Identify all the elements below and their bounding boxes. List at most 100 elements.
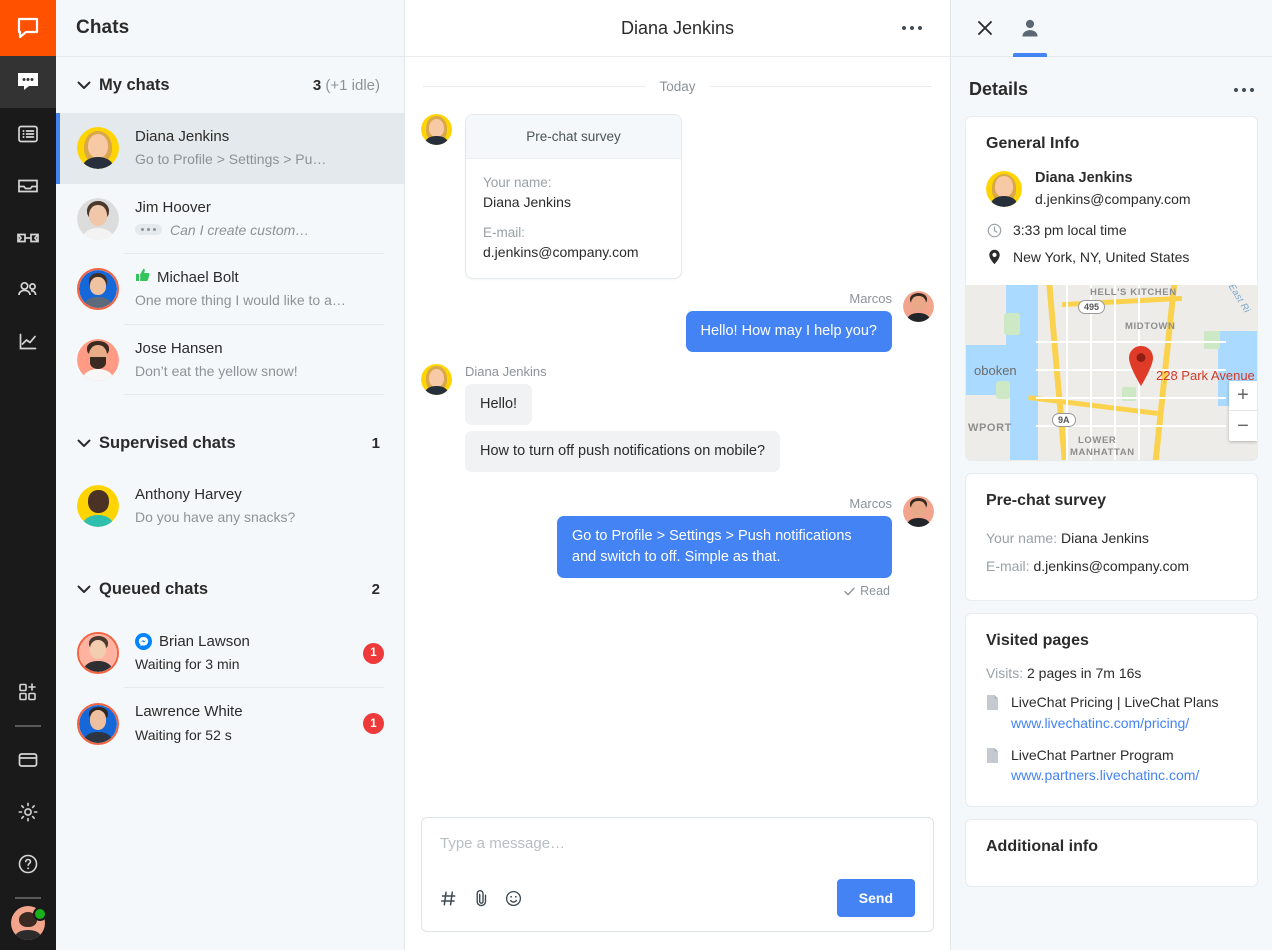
chat-list-item[interactable]: Lawrence White Waiting for 52 s 1 xyxy=(56,688,404,759)
chat-feed-header: Diana Jenkins xyxy=(405,0,950,57)
details-options-menu-icon[interactable] xyxy=(1234,88,1254,92)
message-composer[interactable]: Type a message… Send xyxy=(421,817,934,932)
chat-list-item[interactable]: Diana Jenkins Go to Profile > Settings >… xyxy=(56,113,404,184)
location-row: New York, NY, United States xyxy=(986,249,1237,265)
message-author: Marcos xyxy=(686,291,893,306)
unread-badge: 1 xyxy=(363,713,384,734)
message-outgoing: Marcos Hello! How may I help you? xyxy=(421,291,934,352)
local-time-text: 3:33 pm local time xyxy=(1013,222,1127,238)
chat-item-name: Anthony Harvey xyxy=(135,485,384,505)
composer-wrapper: Type a message… Send xyxy=(405,807,950,950)
avatar-image xyxy=(421,114,452,145)
map-cross-1 xyxy=(1036,341,1226,343)
current-agent-avatar[interactable] xyxy=(11,906,45,940)
details-panel: Details General Info xyxy=(950,0,1272,950)
rail-item-archives[interactable] xyxy=(0,108,56,160)
chat-list-item[interactable]: Anthony Harvey Do you have any snacks? xyxy=(56,471,404,542)
chevron-down-icon[interactable] xyxy=(77,439,99,448)
visited-page-url[interactable]: www.livechatinc.com/pricing/ xyxy=(1011,713,1219,734)
chat-item-preview: Waiting for 52 s xyxy=(135,725,355,745)
chat-item-preview-row: Can I create custom… xyxy=(135,220,384,240)
group-title: Supervised chats xyxy=(99,434,372,453)
general-info-card: General Info Diana Jenkins d.jenkins@com… xyxy=(965,116,1258,461)
message-input[interactable]: Type a message… xyxy=(440,835,915,879)
message-avatar xyxy=(421,114,452,145)
rail-item-team[interactable] xyxy=(0,264,56,316)
message-bubble: Hello! xyxy=(465,384,532,425)
chat-item-name-row: Brian Lawson xyxy=(135,632,355,652)
customer-identity-row: Diana Jenkins d.jenkins@company.com xyxy=(986,168,1237,209)
close-details-button[interactable] xyxy=(969,0,1001,57)
avatar-image xyxy=(77,127,119,169)
chat-list-item[interactable]: Michael Bolt One more thing I would like… xyxy=(56,254,404,325)
chat-list-item[interactable]: Jim Hoover Can I create custom… xyxy=(56,184,404,255)
details-tabs xyxy=(951,0,1272,57)
rail-item-settings[interactable] xyxy=(0,786,56,838)
map-marker-icon xyxy=(1126,345,1156,387)
send-button[interactable]: Send xyxy=(837,879,915,917)
visited-page-url[interactable]: www.partners.livechatinc.com/ xyxy=(1011,765,1199,786)
livechat-logo-icon[interactable] xyxy=(0,0,56,56)
chat-list-item[interactable]: Jose Hansen Don’t eat the yellow snow! xyxy=(56,325,404,396)
day-separator-line-right xyxy=(710,86,932,87)
chat-list-item[interactable]: Brian Lawson Waiting for 3 min 1 xyxy=(56,618,404,689)
message-spacer xyxy=(421,474,934,496)
details-scroll[interactable]: General Info Diana Jenkins d.jenkins@com… xyxy=(951,116,1272,950)
chat-item-name: Brian Lawson xyxy=(159,632,250,652)
map-park-4 xyxy=(1204,331,1220,349)
agent-status-online-icon xyxy=(33,907,47,921)
canned-response-hash-icon[interactable] xyxy=(440,890,457,907)
prechat-survey-card: Pre-chat survey Your name: Diana Jenkins… xyxy=(465,114,682,279)
page-document-icon xyxy=(986,693,1000,734)
avatar xyxy=(77,703,119,745)
visited-page-item[interactable]: LiveChat Partner Program www.partners.li… xyxy=(986,746,1237,787)
chat-feed-title: Diana Jenkins xyxy=(621,18,734,39)
attachment-paperclip-icon[interactable] xyxy=(473,889,489,907)
day-separator-label: Today xyxy=(659,79,695,94)
visits-label: Visits: xyxy=(986,665,1023,681)
group-header-supervised-chats[interactable]: Supervised chats 1 xyxy=(56,415,404,471)
message-bubble: Hello! How may I help you? xyxy=(686,311,893,352)
visited-page-item[interactable]: LiveChat Pricing | LiveChat Plans www.li… xyxy=(986,693,1237,734)
rail-divider-2 xyxy=(15,897,41,899)
visited-pages-body: Visited pages Visits: 2 pages in 7m 16s … xyxy=(966,614,1257,806)
chat-item-name-row: Michael Bolt xyxy=(135,268,384,288)
rail-item-chats[interactable] xyxy=(0,56,56,108)
survey-name-label: Your name: xyxy=(483,175,664,190)
group-header-my-chats[interactable]: My chats 3 (+1 idle) xyxy=(56,57,404,113)
rail-item-help[interactable] xyxy=(0,838,56,890)
emoji-smiley-icon[interactable] xyxy=(505,890,522,907)
map-street-3 xyxy=(1114,285,1116,460)
location-pin-icon xyxy=(986,249,1002,265)
rail-item-billing[interactable] xyxy=(0,734,56,786)
rail-item-inbox[interactable] xyxy=(0,160,56,212)
day-separator: Today xyxy=(423,79,932,94)
chevron-down-icon[interactable] xyxy=(77,81,99,90)
rail-item-tickets[interactable] xyxy=(0,212,56,264)
chat-messages-area: Today Pre-chat survey Your name xyxy=(405,57,950,807)
avatar-image xyxy=(77,198,119,240)
customer-location-map[interactable]: HELL'S KITCHEN 495 MIDTOWN oboken WPORT … xyxy=(966,285,1257,460)
tab-customer-details[interactable] xyxy=(1013,0,1047,57)
map-shield-495: 495 xyxy=(1078,300,1105,314)
map-land-nj xyxy=(966,285,1006,345)
rail-item-reports[interactable] xyxy=(0,316,56,368)
chat-item-name: Lawrence White xyxy=(135,702,355,722)
chevron-down-icon[interactable] xyxy=(77,585,99,594)
map-label-manhattan: MANHATTAN xyxy=(1070,447,1135,458)
map-label-midtown: MIDTOWN xyxy=(1125,321,1175,332)
map-label-newport: WPORT xyxy=(968,422,1012,434)
chats-list-scroll[interactable]: My chats 3 (+1 idle) Diana Jenkins Go to… xyxy=(56,57,404,950)
visited-page-title: LiveChat Pricing | LiveChat Plans xyxy=(1011,693,1219,713)
list-divider xyxy=(124,394,384,395)
chat-options-menu-icon[interactable] xyxy=(896,20,928,36)
visited-page-title: LiveChat Partner Program xyxy=(1011,746,1199,766)
survey-name-value: Diana Jenkins xyxy=(483,194,664,210)
avatar-image xyxy=(903,496,934,527)
customer-name: Diana Jenkins xyxy=(1035,168,1191,189)
avatar-image xyxy=(79,634,117,672)
map-zoom-out-button[interactable]: − xyxy=(1229,411,1257,441)
group-header-queued-chats[interactable]: Queued chats 2 xyxy=(56,562,404,618)
rail-item-apps[interactable] xyxy=(0,666,56,718)
map-zoom-in-button[interactable]: + xyxy=(1229,381,1257,411)
